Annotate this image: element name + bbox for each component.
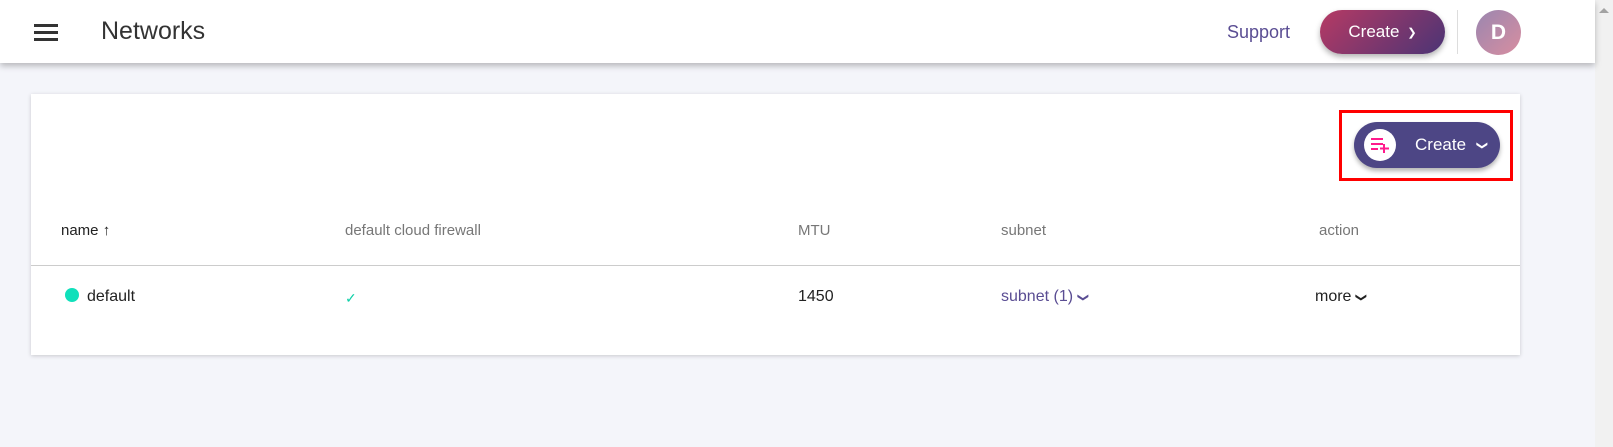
- column-header-mtu: MTU: [798, 222, 831, 239]
- avatar[interactable]: D: [1476, 10, 1521, 55]
- page-title: Networks: [101, 17, 206, 45]
- create-label: Create: [1415, 135, 1467, 154]
- hamburger-menu-icon[interactable]: [34, 24, 58, 41]
- top-header: Networks Support Create ❯ D: [0, 0, 1595, 63]
- chevron-down-icon: ❯: [1407, 26, 1417, 39]
- divider: [1457, 10, 1458, 54]
- network-name[interactable]: default: [65, 288, 135, 306]
- subnet-dropdown[interactable]: subnet (1) ❯: [1001, 288, 1090, 306]
- support-link[interactable]: Support: [1227, 22, 1290, 43]
- scroll-up-icon[interactable]: [1599, 8, 1609, 13]
- chevron-down-icon: ❯: [1476, 140, 1489, 150]
- mtu-value: 1450: [798, 288, 834, 305]
- chevron-down-icon: ❯: [1355, 292, 1368, 303]
- networks-card: Create ❯ name ↑ default cloud firewall M…: [31, 94, 1520, 355]
- column-header-name[interactable]: name ↑: [61, 222, 110, 239]
- header-create-button[interactable]: Create ❯: [1320, 10, 1445, 54]
- chevron-down-icon: ❯: [1077, 292, 1090, 303]
- status-dot: [65, 288, 79, 302]
- column-header-action: action: [1319, 222, 1360, 239]
- sort-arrow-up-icon: ↑: [102, 222, 111, 239]
- header-divider: [31, 265, 1520, 266]
- list-add-icon: [1364, 129, 1396, 161]
- create-label: Create: [1348, 22, 1400, 41]
- more-actions-dropdown[interactable]: more ❯: [1315, 288, 1368, 306]
- scrollbar[interactable]: [1595, 0, 1613, 447]
- column-header-firewall: default cloud firewall: [345, 222, 481, 239]
- check-icon: ✓: [345, 290, 357, 306]
- create-network-button[interactable]: Create ❯: [1354, 122, 1500, 168]
- column-header-subnet: subnet: [1001, 222, 1047, 239]
